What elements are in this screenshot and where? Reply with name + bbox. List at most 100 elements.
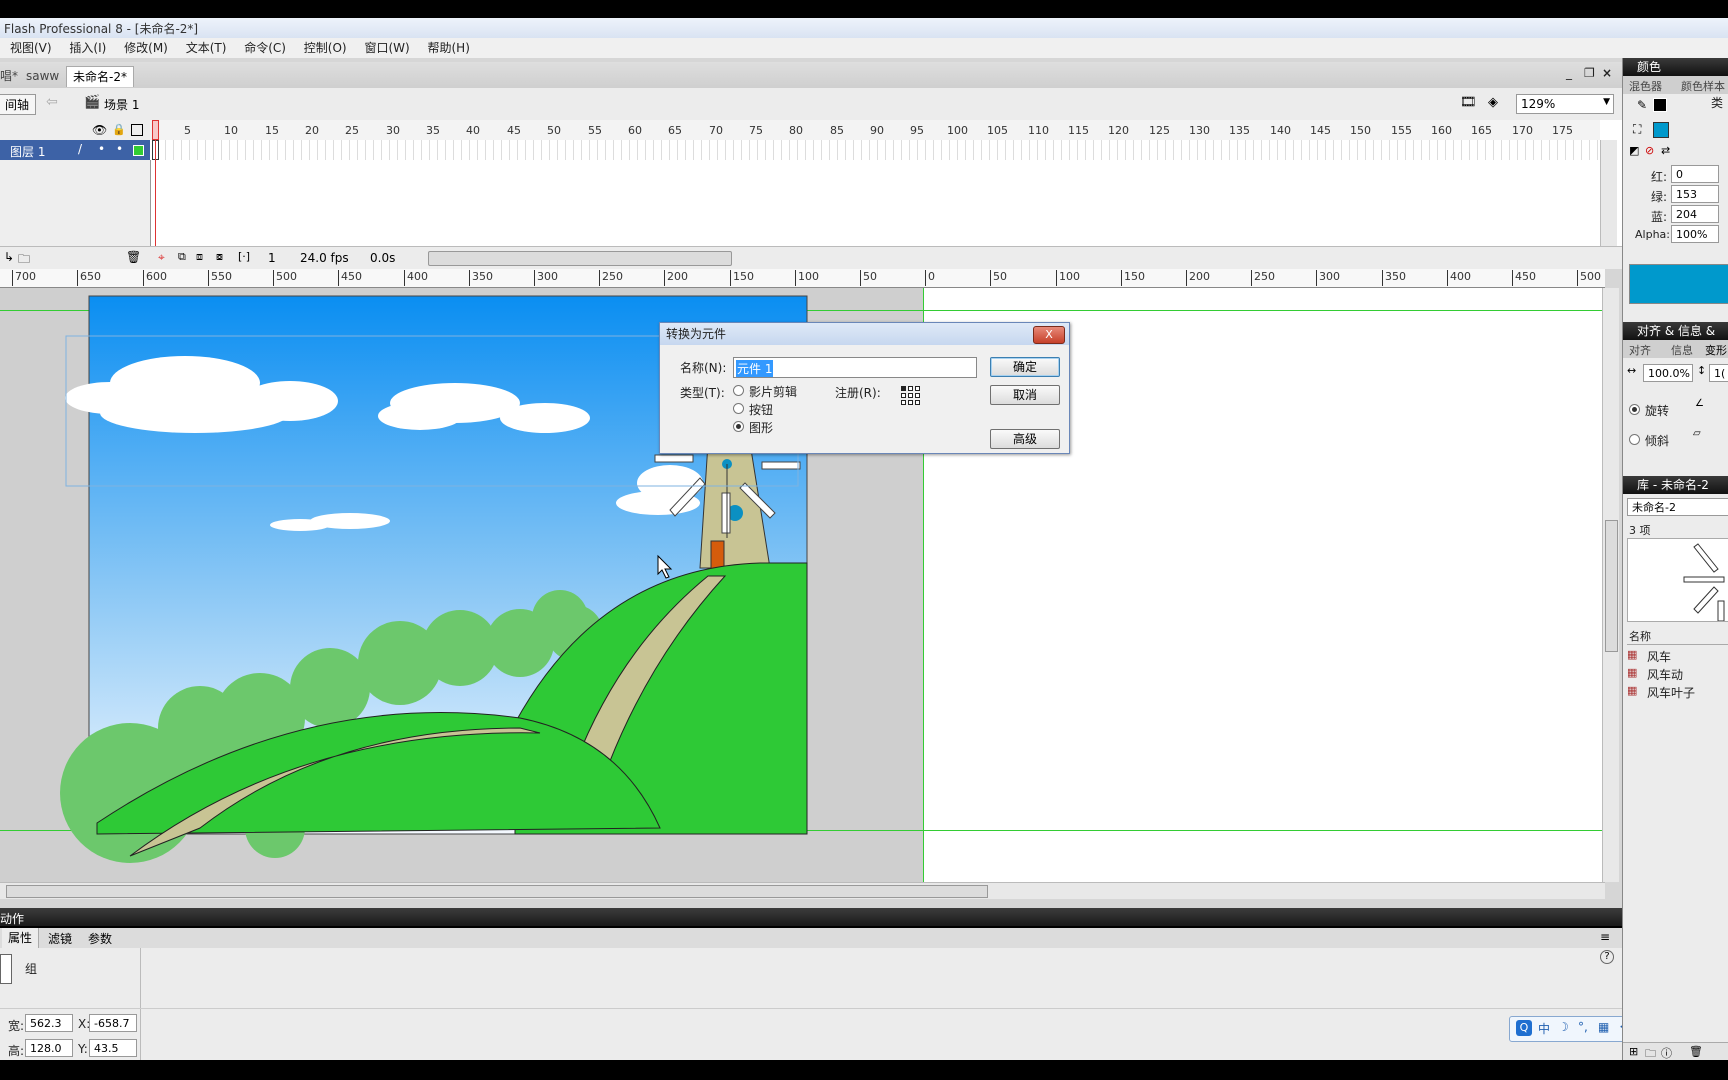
default-colors-icon[interactable]: ◩	[1629, 144, 1639, 157]
add-folder-icon[interactable]: 🗀	[18, 250, 30, 271]
lock-icon[interactable]: 🔒	[112, 123, 126, 136]
stage-vscroll[interactable]	[1602, 288, 1619, 882]
library-item[interactable]: ▦ 风车叶子	[1627, 682, 1728, 700]
layer-row[interactable]: 图层 1 / • •	[0, 140, 150, 160]
no-color-icon[interactable]: ⊘	[1645, 144, 1654, 157]
tab-properties[interactable]: 属性	[2, 928, 40, 948]
close-doc-button[interactable]: ×	[1602, 66, 1612, 80]
playhead[interactable]	[152, 120, 159, 140]
frame-grid[interactable]	[150, 140, 1600, 160]
lock-dot-icon[interactable]: •	[116, 142, 123, 156]
scale-height-field[interactable]: 1(	[1709, 364, 1728, 382]
stroke-pencil-icon[interactable]: ✎	[1637, 98, 1647, 112]
ime-keyboard-icon[interactable]: ▦	[1598, 1020, 1609, 1034]
type-radio-button[interactable]	[733, 403, 744, 414]
tab-filters[interactable]: 滤镜	[48, 930, 72, 947]
layer-color-icon[interactable]	[133, 145, 144, 156]
visibility-dot-icon[interactable]: •	[98, 142, 105, 156]
tab-align[interactable]: 对齐	[1629, 342, 1651, 358]
edit-multiple-icon[interactable]: ⧇	[216, 250, 223, 264]
back-arrow-icon[interactable]: ⇦	[46, 94, 58, 110]
timeline-hscroll-thumb[interactable]	[428, 251, 732, 266]
new-folder-icon[interactable]: 🗀	[1645, 1045, 1656, 1060]
library-panel-header[interactable]: 库 - 未命名-2	[1623, 476, 1728, 494]
menu-insert[interactable]: 插入(I)	[69, 38, 106, 58]
stage-hscroll[interactable]	[0, 882, 1605, 899]
onion-markers-icon[interactable]: [·]	[238, 250, 250, 263]
tab-transform[interactable]: 变形	[1705, 342, 1727, 358]
library-document-select[interactable]: 未命名-2	[1627, 498, 1728, 516]
ime-chinese-toggle[interactable]: 中	[1538, 1020, 1550, 1037]
library-item[interactable]: ▦ 风车	[1627, 646, 1728, 664]
frame-rate[interactable]: 24.0 fps	[300, 251, 349, 265]
menu-commands[interactable]: 命令(C)	[244, 38, 286, 58]
fill-bucket-icon[interactable]: ⛶	[1633, 122, 1641, 137]
tab-parameters[interactable]: 参数	[88, 930, 112, 947]
skew-radio[interactable]	[1629, 434, 1640, 445]
actions-panel-header[interactable]: 动作	[0, 908, 1622, 926]
type-radio-graphic[interactable]	[733, 421, 744, 432]
menu-modify[interactable]: 修改(M)	[124, 38, 168, 58]
tab-doc-saww[interactable]: saww	[20, 66, 65, 86]
onion-skin-icon[interactable]: ⧉	[178, 250, 186, 264]
red-field[interactable]: 0	[1671, 165, 1719, 183]
advanced-button[interactable]: 高级	[990, 429, 1060, 449]
frame-ruler[interactable]: 5 10 15 20 25 30 35 40 45 50 55 60 65 70…	[150, 120, 1600, 141]
x-field[interactable]: -658.7	[89, 1014, 137, 1032]
center-frame-icon[interactable]: ⌖	[158, 250, 165, 265]
tab-info[interactable]: 信息	[1671, 342, 1693, 358]
onion-outline-icon[interactable]: ⧈	[196, 250, 203, 264]
blue-field[interactable]: 204	[1671, 205, 1719, 223]
menu-control[interactable]: 控制(O)	[304, 38, 347, 58]
edit-symbol-icon[interactable]: ◈	[1488, 95, 1498, 110]
menu-help[interactable]: 帮助(H)	[428, 38, 470, 58]
symbol-name-input[interactable]: 元件 1	[733, 357, 977, 378]
type-option-button[interactable]: 按钮	[749, 401, 773, 418]
new-symbol-icon[interactable]: ⊞	[1629, 1045, 1638, 1058]
rotate-radio[interactable]	[1629, 404, 1640, 415]
ok-button[interactable]: 确定	[990, 357, 1060, 377]
library-item-name[interactable]: 风车动	[1647, 666, 1683, 683]
tab-color-swatches[interactable]: 颜色样本	[1681, 78, 1725, 94]
stage-hscroll-thumb[interactable]	[6, 885, 988, 898]
eye-icon[interactable]: 👁	[92, 123, 107, 137]
rotate-label[interactable]: 旋转	[1645, 402, 1669, 419]
tab-color-mixer[interactable]: 混色器	[1629, 78, 1662, 94]
minimize-button[interactable]: _	[1566, 66, 1572, 80]
menu-text[interactable]: 文本(T)	[186, 38, 227, 58]
delete-layer-icon[interactable]: 🗑	[126, 250, 141, 264]
fill-color-swatch[interactable]	[1653, 122, 1669, 138]
zoom-select[interactable]: 129% ▼	[1516, 94, 1614, 114]
delete-icon[interactable]: 🗑	[1689, 1045, 1703, 1058]
swap-colors-icon[interactable]: ⇄	[1661, 144, 1670, 157]
type-radio-movieclip[interactable]	[733, 385, 744, 396]
color-panel-header[interactable]: 颜色	[1623, 58, 1728, 76]
menu-window[interactable]: 窗口(W)	[364, 38, 409, 58]
skew-label[interactable]: 倾斜	[1645, 432, 1669, 449]
alpha-field[interactable]: 100%	[1671, 225, 1719, 243]
library-item[interactable]: ▦ 风车动	[1627, 664, 1728, 682]
stroke-color-swatch[interactable]	[1653, 98, 1667, 112]
menu-view[interactable]: 视图(V)	[10, 38, 52, 58]
properties-icon[interactable]: ⓘ	[1661, 1045, 1672, 1060]
stage-vscroll-thumb[interactable]	[1605, 520, 1618, 652]
outline-icon[interactable]	[131, 124, 143, 136]
actions-label[interactable]: 动作	[0, 910, 24, 927]
y-field[interactable]: 43.5	[89, 1039, 137, 1057]
width-field[interactable]: 562.3	[25, 1014, 73, 1032]
help-icon[interactable]: ?	[1600, 950, 1614, 964]
timeline-toggle-button[interactable]: 间轴	[0, 94, 37, 115]
library-name-column[interactable]: 名称	[1629, 628, 1651, 644]
tab-doc-untitled-2[interactable]: 未命名-2*	[66, 66, 134, 87]
panel-menu-icon[interactable]: ≡	[1600, 930, 1610, 944]
restore-button[interactable]: ❐	[1584, 66, 1595, 80]
timeline-vscroll[interactable]	[1600, 140, 1617, 246]
type-option-movieclip[interactable]: 影片剪辑	[749, 383, 797, 400]
align-panel-header[interactable]: 对齐 & 信息 &	[1623, 322, 1728, 340]
height-field[interactable]: 128.0	[25, 1039, 73, 1057]
green-field[interactable]: 153	[1671, 185, 1719, 203]
library-item-name[interactable]: 风车叶子	[1647, 684, 1695, 701]
library-item-name[interactable]: 风车	[1647, 648, 1671, 665]
layer-name[interactable]: 图层 1	[10, 143, 45, 160]
registration-grid-icon[interactable]	[901, 386, 921, 406]
